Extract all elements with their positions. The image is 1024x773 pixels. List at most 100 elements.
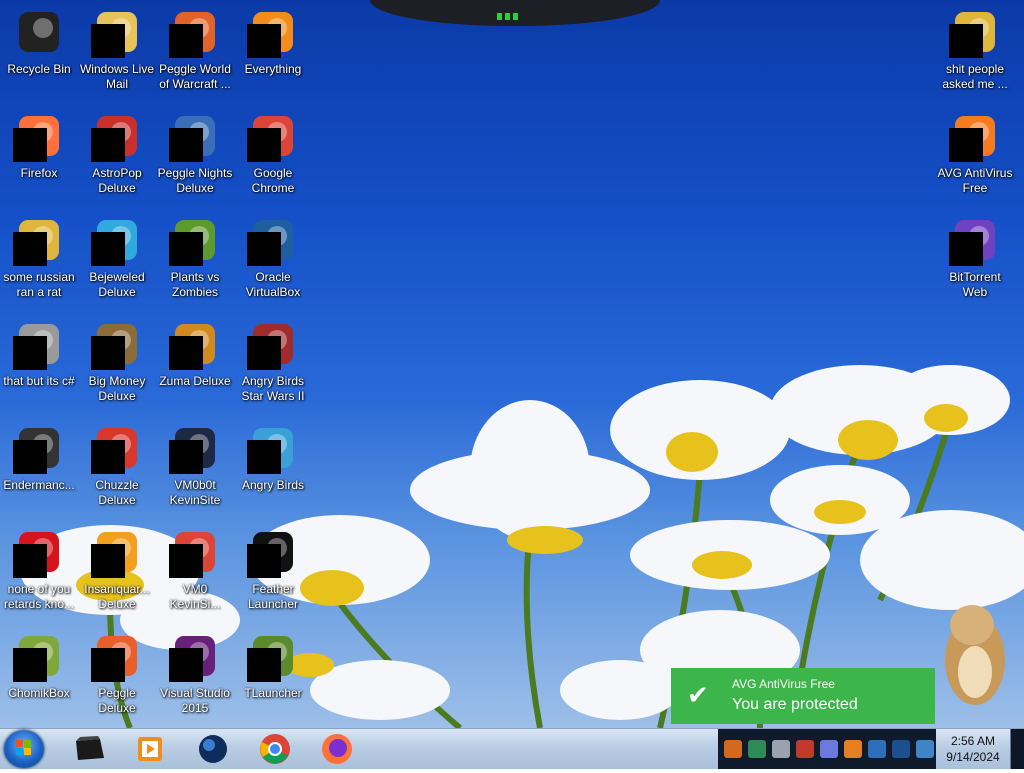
desktop-icon[interactable]: Firefox bbox=[0, 108, 78, 208]
redaction-box bbox=[169, 24, 203, 58]
redaction-box bbox=[169, 440, 203, 474]
chuzzle-icon bbox=[91, 424, 141, 474]
desktop-icon-label: Bejeweled Deluxe bbox=[89, 270, 145, 299]
desktop-icon-label: AstroPop Deluxe bbox=[92, 166, 142, 195]
windows-start-icon[interactable] bbox=[4, 730, 44, 768]
tray-app-7[interactable] bbox=[868, 740, 886, 758]
mail-icon bbox=[91, 8, 141, 58]
desktop-icon[interactable]: BitTorrent Web bbox=[936, 212, 1014, 312]
black-box-icon[interactable] bbox=[70, 732, 110, 766]
terminal-icon bbox=[13, 424, 63, 474]
redaction-box bbox=[247, 648, 281, 682]
redaction-box bbox=[91, 336, 125, 370]
desktop-icon[interactable]: Recycle Bin bbox=[0, 4, 78, 104]
recycle-bin-icon bbox=[15, 8, 63, 56]
media-player-icon[interactable] bbox=[130, 732, 170, 766]
desktop-icon[interactable]: VM0b0t KevinSite bbox=[156, 420, 234, 520]
redaction-box bbox=[247, 232, 281, 266]
desktop-icon-label: Firefox bbox=[20, 166, 58, 180]
pvz-icon bbox=[169, 216, 219, 266]
desktop-icon[interactable]: AVG AntiVirus Free bbox=[936, 108, 1014, 208]
desktop-icon-label: BitTorrent Web bbox=[949, 270, 1001, 299]
desktop-icon[interactable]: Peggle Deluxe bbox=[78, 628, 156, 728]
tray-app-8[interactable] bbox=[892, 740, 910, 758]
desktop-icon-label: ChomikBox bbox=[8, 686, 70, 700]
desktop-icon[interactable]: Big Money Deluxe bbox=[78, 316, 156, 416]
toast-app-name: AVG AntiVirus Free bbox=[732, 677, 835, 691]
toast-message: You are protected bbox=[732, 696, 858, 713]
desktop-icon[interactable]: some russian ran a rat bbox=[0, 212, 78, 312]
desktop-icon[interactable]: ChomikBox bbox=[0, 628, 78, 728]
desktop-icon-label: VM0 KevinSi... bbox=[169, 582, 221, 611]
desktop-icon-label: Recycle Bin bbox=[7, 62, 71, 76]
firefox-icon bbox=[13, 112, 63, 162]
desktop-icon[interactable]: Windows Live Mail bbox=[78, 4, 156, 104]
desktop-icon[interactable]: TLauncher bbox=[234, 628, 312, 728]
chrome-icon[interactable] bbox=[255, 732, 295, 766]
redaction-box bbox=[247, 128, 281, 162]
desktop-icon[interactable]: Everything bbox=[234, 4, 312, 104]
redaction-box bbox=[949, 24, 983, 58]
zuma-icon bbox=[169, 320, 219, 370]
angry-birds-sw-icon bbox=[247, 320, 297, 370]
desktop-icon-label: Angry Birds Star Wars II bbox=[241, 374, 305, 403]
desktop-icon[interactable]: none of you retards kno... bbox=[0, 524, 78, 624]
peggle-nights-icon bbox=[169, 112, 219, 162]
globe-icon[interactable] bbox=[193, 732, 233, 766]
taskbar: 2:56 AM 9/14/2024 bbox=[0, 728, 1024, 769]
redaction-box bbox=[169, 128, 203, 162]
desktop-icon[interactable]: VM0 KevinSi... bbox=[156, 524, 234, 624]
redaction-box bbox=[91, 440, 125, 474]
redaction-box bbox=[247, 440, 281, 474]
desktop-icon[interactable]: Zuma Deluxe bbox=[156, 316, 234, 416]
desktop-icon[interactable]: that but its c# bbox=[0, 316, 78, 416]
desktop-icon[interactable]: Peggle Nights Deluxe bbox=[156, 108, 234, 208]
desktop-icon[interactable]: Bejeweled Deluxe bbox=[78, 212, 156, 312]
desktop[interactable]: Recycle Bin Windows Live Mail Peggle World… bbox=[0, 0, 1024, 728]
tray-app-2[interactable] bbox=[748, 740, 766, 758]
desktop-icon[interactable]: Feather Launcher bbox=[234, 524, 312, 624]
desktop-icon[interactable]: Angry Birds Star Wars II bbox=[234, 316, 312, 416]
desktop-icon[interactable]: Insaniquar... Deluxe bbox=[78, 524, 156, 624]
tray-app-6[interactable] bbox=[844, 740, 862, 758]
bejeweled-icon bbox=[91, 216, 141, 266]
clock-time: 2:56 AM bbox=[950, 734, 996, 748]
redaction-box bbox=[13, 544, 47, 578]
insaniquarium-icon bbox=[91, 528, 141, 578]
redaction-box bbox=[169, 336, 203, 370]
firefox-icon[interactable] bbox=[317, 732, 357, 766]
desktop-icon[interactable]: Endermanc... bbox=[0, 420, 78, 520]
desktop-icon-label: Peggle Deluxe bbox=[98, 686, 136, 715]
astropop-icon bbox=[91, 112, 141, 162]
redaction-box bbox=[13, 336, 47, 370]
avg-notification-toast[interactable]: ✔ AVG AntiVirus Free You are protected bbox=[671, 668, 935, 724]
redaction-box bbox=[247, 24, 281, 58]
desktop-icon[interactable]: Chuzzle Deluxe bbox=[78, 420, 156, 520]
redaction-box bbox=[169, 232, 203, 266]
desktop-icon-label: shit people asked me ... bbox=[942, 62, 1008, 91]
desktop-icon[interactable]: Plants vs Zombies bbox=[156, 212, 234, 312]
avg-icon bbox=[949, 112, 999, 162]
taskbar-clock[interactable]: 2:56 AM 9/14/2024 bbox=[938, 729, 1008, 769]
redaction-box bbox=[13, 232, 47, 266]
redaction-box bbox=[13, 440, 47, 474]
desktop-icon[interactable]: shit people asked me ... bbox=[936, 4, 1014, 104]
desktop-icon[interactable]: Angry Birds bbox=[234, 420, 312, 520]
system-tray bbox=[718, 729, 936, 769]
desktop-icon[interactable]: Oracle VirtualBox bbox=[234, 212, 312, 312]
desktop-icon[interactable]: AstroPop Deluxe bbox=[78, 108, 156, 208]
big-money-icon bbox=[91, 320, 141, 370]
desktop-icon-label: Google Chrome bbox=[251, 166, 295, 195]
show-desktop-button[interactable] bbox=[1010, 729, 1024, 769]
desktop-icon-label: Plants vs Zombies bbox=[170, 270, 220, 299]
desktop-icon[interactable]: Peggle World of Warcraft ... bbox=[156, 4, 234, 104]
tray-app-4[interactable] bbox=[796, 740, 814, 758]
tray-app-9[interactable] bbox=[916, 740, 934, 758]
tray-app-1[interactable] bbox=[724, 740, 742, 758]
desktop-icon[interactable]: Google Chrome bbox=[234, 108, 312, 208]
tray-app-3[interactable] bbox=[772, 740, 790, 758]
desktop-icon-label: that but its c# bbox=[3, 374, 75, 388]
desktop-icon[interactable]: Visual Studio 2015 bbox=[156, 628, 234, 728]
desktop-icon-label: Angry Birds bbox=[241, 478, 305, 492]
tray-app-5[interactable] bbox=[820, 740, 838, 758]
